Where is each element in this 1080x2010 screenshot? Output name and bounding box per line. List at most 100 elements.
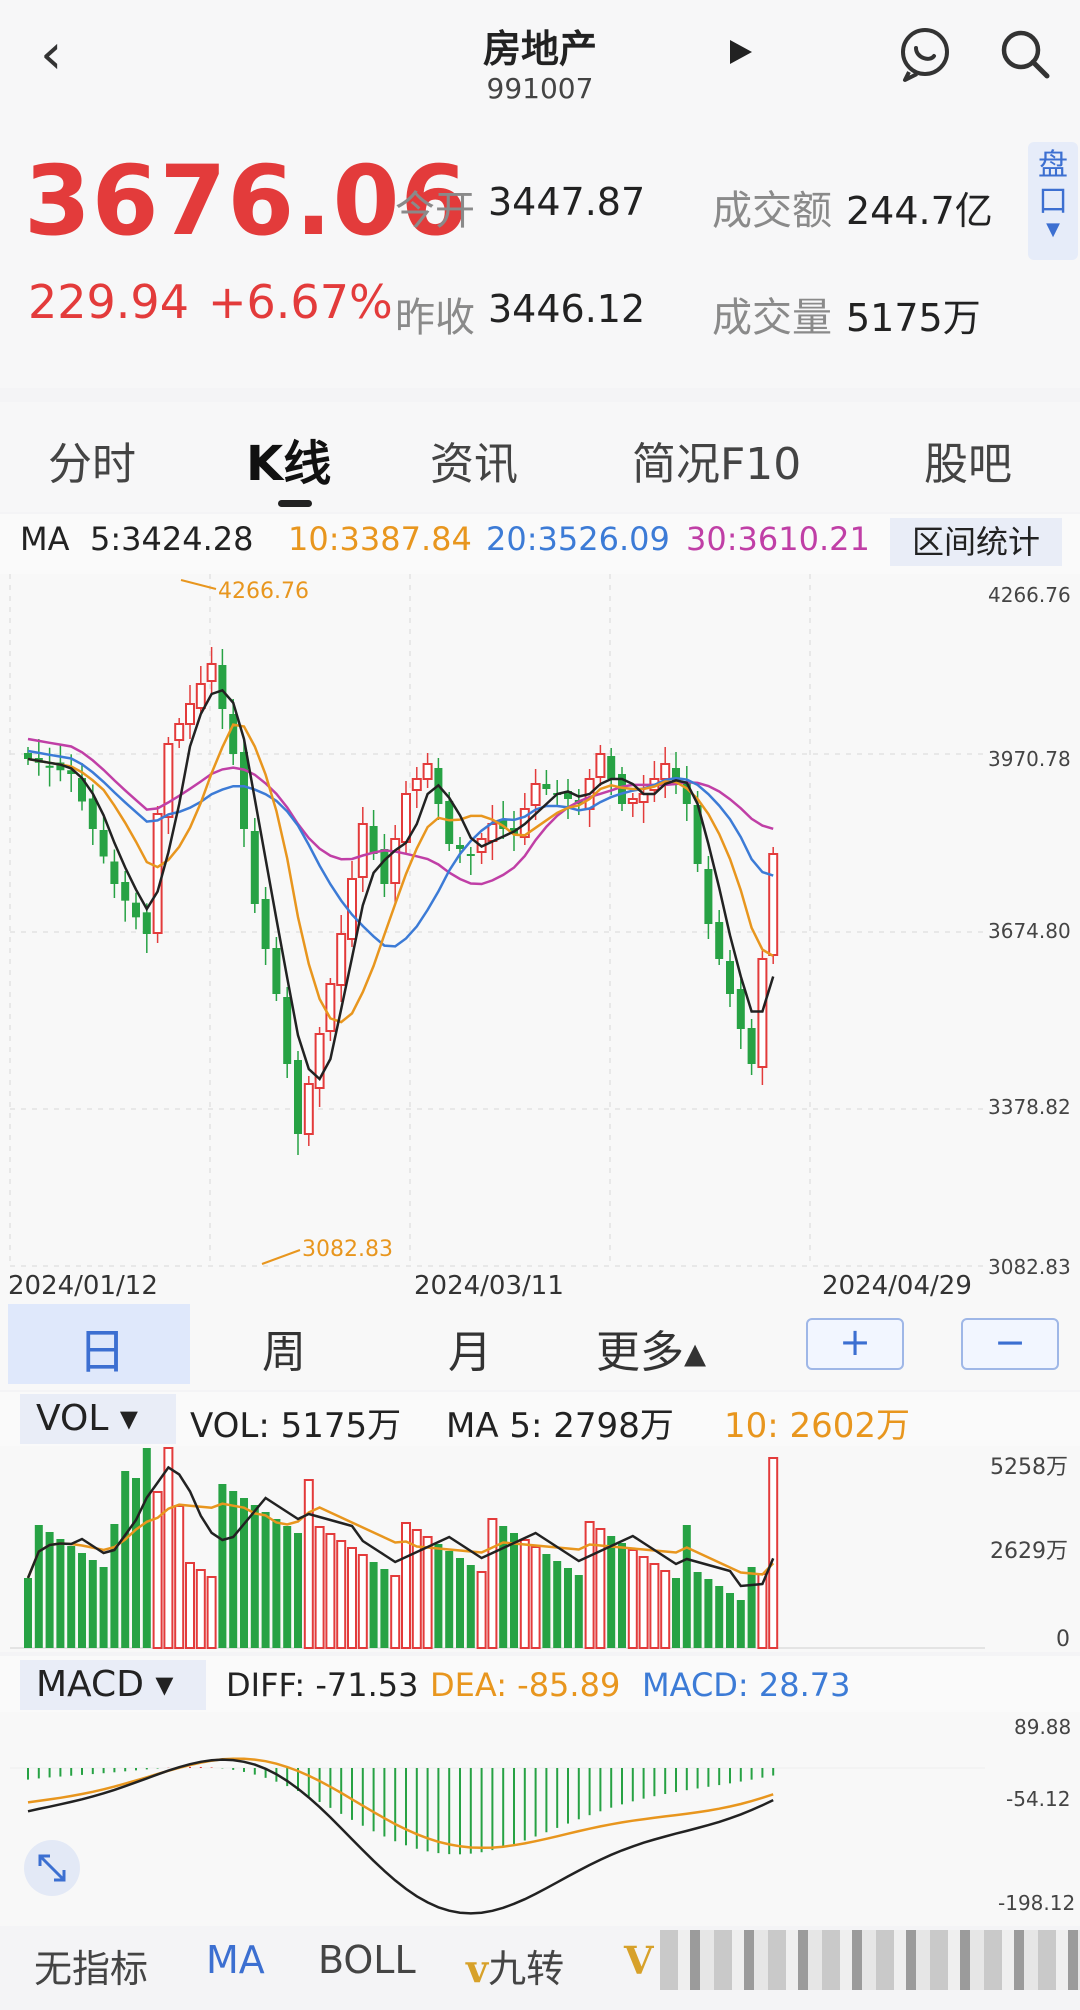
volume-bar xyxy=(56,1539,65,1648)
active-tab-indicator xyxy=(278,500,312,507)
macd-axis: 89.88 -54.12 -198.12 xyxy=(998,1715,1075,1915)
open-value: 3447.87 xyxy=(488,180,646,224)
ma5-value: 5:3424.28 xyxy=(90,520,254,558)
axis-label-bottom: 3082.83 xyxy=(988,1255,1071,1279)
date-label-end: 2024/04/29 xyxy=(822,1271,972,1300)
candle-body xyxy=(530,783,541,806)
candle-body xyxy=(456,845,464,849)
volume-bar xyxy=(672,1578,680,1648)
candle-body xyxy=(411,778,422,791)
volume-bar xyxy=(476,1571,487,1649)
candle-body xyxy=(99,830,108,857)
candle-body xyxy=(206,663,217,682)
candle-body xyxy=(174,723,185,741)
range-stats-button[interactable]: 区间统计 xyxy=(890,518,1062,566)
volume-bar xyxy=(88,1560,97,1648)
back-chevron-icon[interactable]: ‹ xyxy=(40,20,100,90)
volume-bar xyxy=(261,1512,270,1648)
kline-chart[interactable]: 4266.76 3082.83 4266.76 3970.78 3674.80 … xyxy=(0,574,1080,1300)
period-month[interactable]: 月 xyxy=(448,1316,492,1380)
volume-bar xyxy=(250,1505,259,1648)
tab-intraday[interactable]: 分时 xyxy=(48,428,136,492)
chat-bubble-icon[interactable] xyxy=(895,24,955,84)
candle-body xyxy=(121,882,130,901)
volume-bar xyxy=(34,1525,43,1648)
candle-body xyxy=(726,961,734,994)
zoom-out-button[interactable]: − xyxy=(961,1318,1059,1370)
price-axis: 4266.76 3970.78 3674.80 3378.82 3082.83 xyxy=(988,583,1071,1279)
pankou-label: 盘口 xyxy=(1038,148,1068,219)
tab-profile-f10[interactable]: 简况F10 xyxy=(632,428,801,492)
indicator-nine-turn[interactable]: v九转 xyxy=(466,1938,564,1993)
indicator-more[interactable]: V xyxy=(624,1938,653,1983)
candle-body xyxy=(88,798,97,829)
prev-close-value: 3446.12 xyxy=(488,287,646,331)
tab-kline[interactable]: K线 xyxy=(246,424,331,494)
volume-bar xyxy=(618,1543,626,1648)
volume-bar xyxy=(314,1526,325,1649)
candle-body xyxy=(487,823,498,842)
candle-body xyxy=(736,989,745,1029)
volume-bar xyxy=(466,1565,475,1648)
macd-axis-mid: -54.12 xyxy=(1006,1787,1070,1811)
volume-bar xyxy=(519,1539,530,1649)
candle-body xyxy=(595,753,606,778)
search-icon[interactable] xyxy=(995,24,1055,84)
candle-body xyxy=(768,853,779,956)
tab-news[interactable]: 资讯 xyxy=(430,428,518,492)
tab-forum[interactable]: 股吧 xyxy=(924,428,1012,492)
volume-bar xyxy=(336,1540,347,1649)
ma-prefix: MA xyxy=(20,520,70,558)
volume-bar xyxy=(638,1556,649,1649)
period-week[interactable]: 周 xyxy=(262,1316,306,1380)
candle-body xyxy=(627,798,638,804)
volume-indicator-select[interactable]: VOL ▾ xyxy=(20,1394,176,1444)
volume-bar xyxy=(347,1547,357,1649)
ma5-line xyxy=(27,688,775,1082)
volume-bar xyxy=(660,1570,671,1649)
stock-code: 991007 xyxy=(486,72,594,105)
candle-body xyxy=(250,831,259,904)
candle-body xyxy=(132,902,140,918)
indicator-ma[interactable]: MA xyxy=(206,1938,265,1982)
candle-body xyxy=(390,838,401,884)
volume-bar xyxy=(584,1521,595,1649)
candle-body xyxy=(45,765,54,768)
macd-diff: DIFF: -71.53 xyxy=(226,1666,419,1704)
candle-body xyxy=(163,743,174,818)
candle-body xyxy=(325,983,336,1032)
candle-body xyxy=(607,756,616,779)
volume-bar xyxy=(174,1505,185,1649)
volume-bar xyxy=(185,1562,195,1649)
volume-bar xyxy=(693,1572,702,1648)
period-more[interactable]: 更多▴ xyxy=(596,1316,706,1380)
play-icon[interactable] xyxy=(720,32,760,72)
volume-bar xyxy=(704,1579,713,1648)
volume-bar xyxy=(24,1578,32,1648)
diff-line xyxy=(27,1758,774,1915)
volume-ma5: MA 5: 2798万 xyxy=(446,1406,674,1446)
expand-arrows-icon[interactable] xyxy=(24,1840,80,1896)
candle-body xyxy=(240,752,248,829)
macd-axis-top: 89.88 xyxy=(1014,1715,1071,1739)
candle-body xyxy=(422,763,433,780)
volume-bar xyxy=(607,1536,616,1648)
date-axis: 2024/01/12 2024/03/11 2024/04/29 xyxy=(8,1271,972,1300)
indicator-boll[interactable]: BOLL xyxy=(318,1938,416,1982)
volume-bar xyxy=(206,1576,217,1649)
volume-axis-zero: 0 xyxy=(1056,1627,1070,1652)
period-day[interactable]: 日 xyxy=(78,1312,126,1382)
candle-body xyxy=(380,849,389,884)
pankou-toggle[interactable]: 盘口 ▼ xyxy=(1028,142,1078,260)
indicator-none[interactable]: 无指标 xyxy=(34,1938,148,1993)
tab-bar xyxy=(0,402,1080,512)
high-marker: 4266.76 xyxy=(180,579,309,604)
volume-axis-mid: 2629万 xyxy=(990,1539,1068,1564)
volume-chart: 5258万 2629万 0 xyxy=(0,1446,1080,1652)
candle-body xyxy=(272,948,281,994)
volume-bar xyxy=(294,1533,302,1648)
candle-body xyxy=(542,784,551,789)
zoom-in-button[interactable]: + xyxy=(806,1318,904,1370)
candle-body xyxy=(466,854,475,856)
macd-indicator-select[interactable]: MACD ▾ xyxy=(20,1660,206,1710)
